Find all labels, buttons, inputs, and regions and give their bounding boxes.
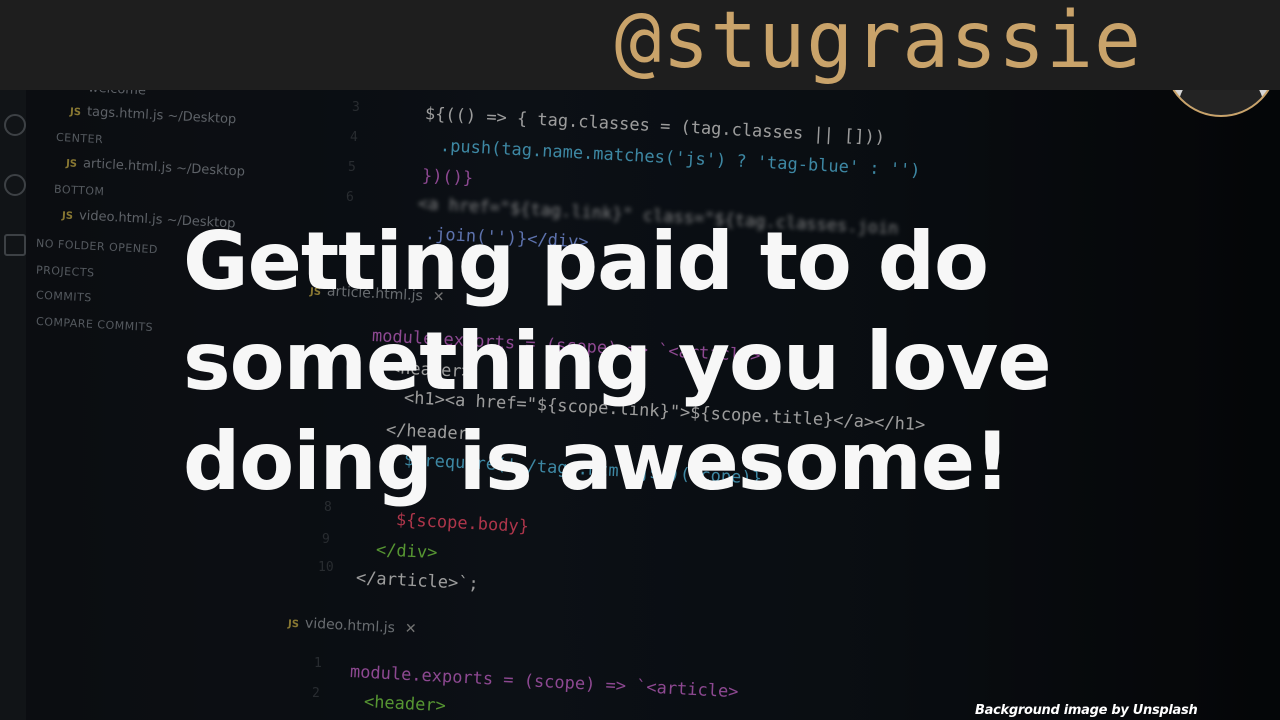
- headline: Getting paid to do something you love do…: [183, 212, 1163, 512]
- author-handle: @stugrassie: [614, 0, 1142, 86]
- headline-line: Getting paid to do: [183, 215, 989, 308]
- headline-line: something you love: [183, 315, 1052, 408]
- image-credit: Background image by Unsplash: [975, 703, 1198, 718]
- headline-line: doing is awesome!: [183, 415, 1010, 508]
- top-banner: @stugrassie: [0, 0, 1280, 90]
